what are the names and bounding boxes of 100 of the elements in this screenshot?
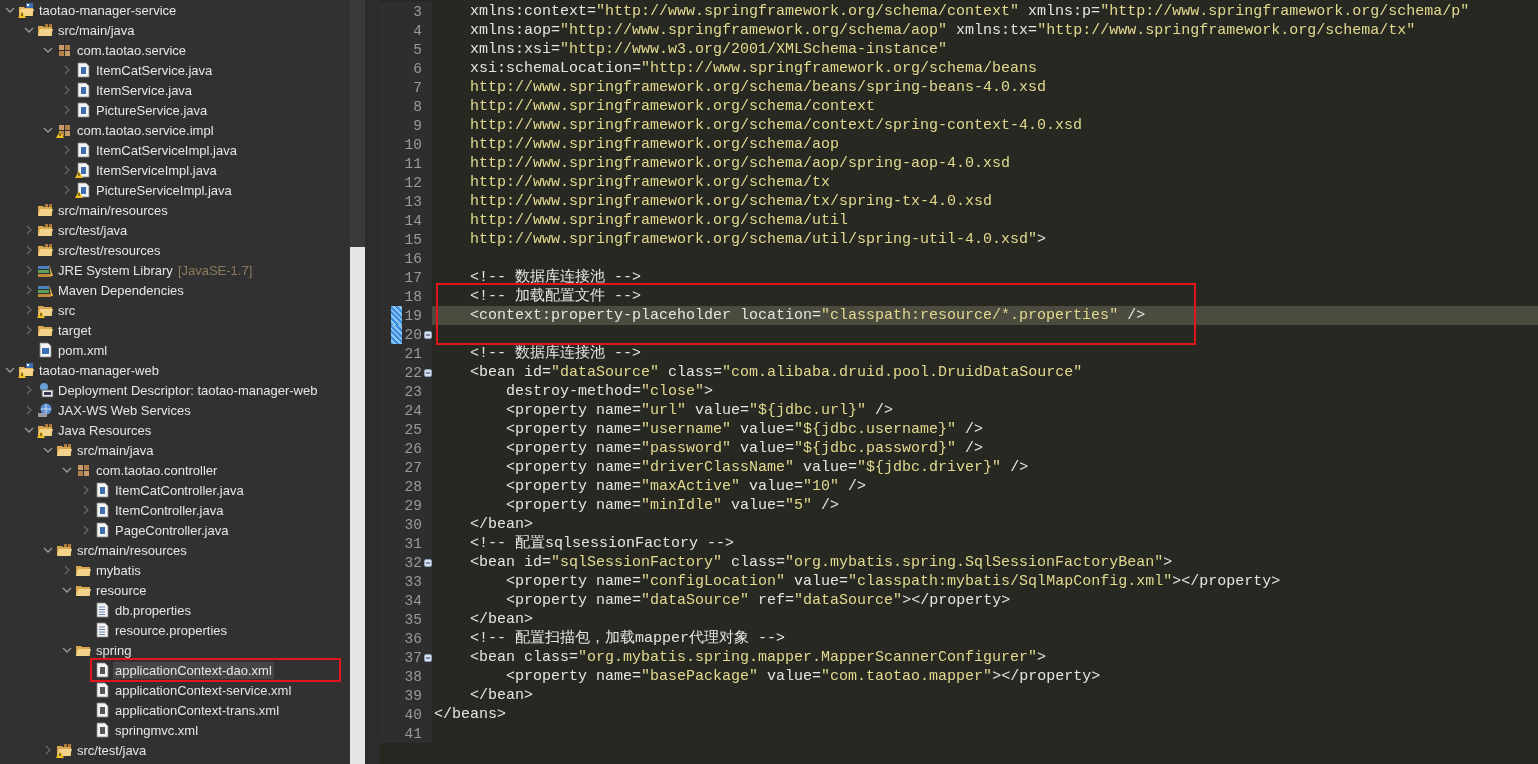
package-folder-icon	[56, 742, 73, 758]
code-line: xmlns:context="http://www.springframework.org/schema/context" xmlns:p="http://www.springframework.org/schema/p"	[469, 2, 1470, 21]
chevron-down-icon[interactable]	[4, 7, 15, 13]
tree-item[interactable]: src/main/java	[75, 441, 156, 459]
code-line: <property name="configLocation" value="classpath:mybatis/SqlMapConfig.xml"></property>	[505, 572, 1281, 591]
tree-item[interactable]: Maven Dependencies	[56, 281, 186, 299]
chevron-right-icon[interactable]	[82, 525, 89, 535]
chevron-right-icon[interactable]	[25, 225, 32, 235]
descriptor-icon	[37, 382, 54, 398]
line-number: 38	[403, 668, 422, 685]
code-line: http://www.springframework.org/schema/context/spring-context-4.0.xsd	[469, 116, 1083, 135]
tree-item[interactable]: src/test/java	[56, 221, 130, 239]
tree-item[interactable]: com.taotao.service.impl	[75, 121, 216, 139]
package-folder-icon	[56, 542, 73, 558]
tree-item[interactable]: mybatis	[94, 561, 143, 579]
line-number: 40	[403, 706, 422, 723]
tree-item[interactable]: applicationContext-service.xml	[113, 681, 294, 699]
collapse-icon[interactable]	[423, 368, 432, 377]
code-line: <property name="username" value="${jdbc.username}" />	[505, 420, 984, 439]
tree-item[interactable]: Java Resources	[56, 421, 154, 439]
text-file-icon	[94, 622, 111, 638]
code-line: </bean>	[469, 515, 534, 534]
chevron-right-icon[interactable]	[25, 325, 32, 335]
chevron-right-icon[interactable]	[25, 405, 32, 415]
project-folder-icon	[18, 2, 35, 18]
chevron-right-icon[interactable]	[82, 505, 89, 515]
chevron-right-icon[interactable]	[25, 385, 32, 395]
chevron-down-icon[interactable]	[42, 447, 53, 453]
xml-file-icon	[94, 682, 111, 698]
tree-item[interactable]: com.taotao.service	[75, 41, 189, 59]
tree-item[interactable]: PictureService.java	[94, 101, 210, 119]
chevron-down-icon[interactable]	[42, 47, 53, 53]
tree-item[interactable]: com.taotao.controller	[94, 461, 220, 479]
tree-item[interactable]: ItemServiceImpl.java	[94, 161, 219, 179]
line-number: 13	[403, 193, 422, 210]
tree-item[interactable]: db.properties	[113, 601, 193, 619]
tree-item[interactable]: src/main/java	[56, 21, 137, 39]
tree-item[interactable]: springmvc.xml	[113, 721, 201, 739]
tree-item[interactable]: src	[56, 301, 78, 319]
chevron-down-icon[interactable]	[61, 587, 72, 593]
code-line: xmlns:aop="http://www.springframework.org/schema/aop" xmlns:tx="http://www.springframework.org/schema/tx"	[469, 21, 1416, 40]
tree-item[interactable]: pom.xml	[56, 341, 110, 359]
tree-item[interactable]: ItemService.java	[94, 81, 195, 99]
tree-item[interactable]: resource.properties	[113, 621, 229, 639]
code-editor[interactable]	[380, 0, 1538, 764]
tree-item[interactable]: PageController.java	[113, 521, 231, 539]
chevron-down-icon[interactable]	[42, 547, 53, 553]
line-number: 26	[403, 440, 422, 457]
chevron-right-icon[interactable]	[63, 65, 70, 75]
tree-item[interactable]: ItemCatServiceImpl.java	[94, 141, 239, 159]
tree-item[interactable]: Deployment Descriptor: taotao-manager-web	[56, 381, 320, 399]
tree-item[interactable]: src/main/resources	[75, 541, 189, 559]
chevron-down-icon[interactable]	[4, 367, 15, 373]
line-number: 14	[403, 212, 422, 229]
tree-item[interactable]: JRE System Library	[56, 261, 175, 279]
tree-item[interactable]: taotao-manager-web	[37, 361, 161, 379]
collapse-icon[interactable]	[423, 558, 432, 567]
line-number: 4	[412, 22, 422, 39]
tree-item[interactable]: applicationContext-dao.xml	[113, 661, 274, 679]
collapse-icon[interactable]	[423, 330, 432, 339]
tree-item[interactable]: ItemCatController.java	[113, 481, 246, 499]
chevron-right-icon[interactable]	[63, 105, 70, 115]
tree-item[interactable]: src/main/resources	[56, 201, 170, 219]
tree-item[interactable]: JAX-WS Web Services	[56, 401, 193, 419]
chevron-right-icon[interactable]	[63, 185, 70, 195]
chevron-down-icon[interactable]	[23, 427, 34, 433]
code-line: </beans>	[434, 705, 506, 724]
java-file-icon	[75, 102, 92, 118]
chevron-right-icon[interactable]	[25, 285, 32, 295]
chevron-right-icon[interactable]	[63, 165, 70, 175]
chevron-right-icon[interactable]	[25, 265, 32, 275]
chevron-right-icon[interactable]	[63, 85, 70, 95]
collapse-icon[interactable]	[423, 653, 432, 662]
chevron-right-icon[interactable]	[25, 305, 32, 315]
tree-item[interactable]: applicationContext-trans.xml	[113, 701, 282, 719]
package-folder-icon	[37, 202, 54, 218]
tree-item[interactable]: src/test/java	[75, 741, 149, 759]
tree-item[interactable]: taotao-manager-service	[37, 1, 179, 19]
tree-item[interactable]: src/test/resources	[56, 241, 163, 259]
code-line: http://www.springframework.org/schema/tx	[469, 173, 831, 192]
chevron-down-icon[interactable]	[61, 467, 72, 473]
line-number: 28	[403, 478, 422, 495]
chevron-right-icon[interactable]	[44, 745, 51, 755]
tree-item[interactable]: resource	[94, 581, 149, 599]
tree-item[interactable]: PictureServiceImpl.java	[94, 181, 234, 199]
chevron-right-icon[interactable]	[25, 245, 32, 255]
tree-item[interactable]: ItemCatService.java	[94, 61, 215, 79]
line-number: 36	[403, 630, 422, 647]
tree-item[interactable]: ItemController.java	[113, 501, 226, 519]
chevron-right-icon[interactable]	[63, 565, 70, 575]
code-line: <context:property-placeholder location="classpath:resource/*.properties" />	[469, 306, 1146, 325]
code-line: <property name="maxActive" value="10" />	[505, 477, 867, 496]
tree-item[interactable]: spring	[94, 641, 134, 659]
scrollbar-thumb[interactable]	[350, 247, 365, 764]
chevron-right-icon[interactable]	[63, 145, 70, 155]
chevron-right-icon[interactable]	[82, 485, 89, 495]
chevron-down-icon[interactable]	[61, 647, 72, 653]
chevron-down-icon[interactable]	[23, 27, 34, 33]
tree-item[interactable]: target	[56, 321, 94, 339]
chevron-down-icon[interactable]	[42, 127, 53, 133]
